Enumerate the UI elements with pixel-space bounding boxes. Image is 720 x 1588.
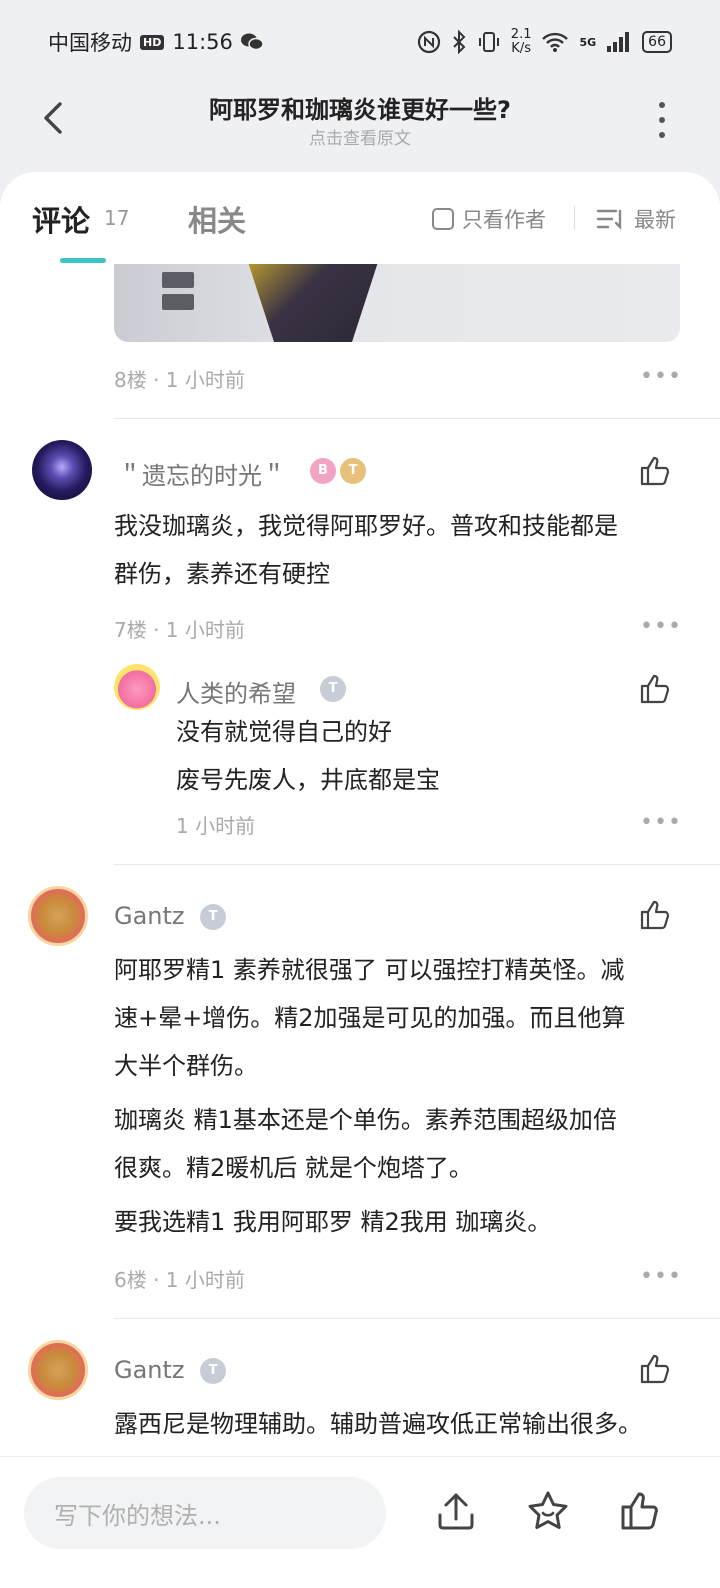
title-badge: T (340, 458, 366, 484)
level-badge: T (200, 904, 226, 930)
net-speed: 2.1 K/s (511, 28, 532, 56)
sort-button[interactable]: 最新 (596, 204, 676, 234)
floor6-meta: 6楼 · 1 小时前 (114, 1268, 245, 1292)
reply-username[interactable]: 人类的希望 (176, 674, 296, 709)
reply-meta: 1 小时前 (176, 814, 256, 838)
floor6-more-icon[interactable]: ••• (640, 1264, 682, 1289)
floor6-line3: 大半个群伤。 (114, 1052, 258, 1080)
floor6-line6: 要我选精1 我用阿耶罗 精2我用 珈璃炎。 (114, 1208, 552, 1236)
view-original-link[interactable]: 点击查看原文 (110, 124, 610, 149)
floor6-username[interactable]: Gantz (114, 902, 185, 930)
clock: 11:56 (172, 30, 233, 54)
bluetooth-icon (453, 30, 466, 54)
character-figure (248, 262, 378, 342)
floor8-more-icon[interactable]: ••• (640, 364, 682, 389)
like-icon[interactable] (638, 454, 672, 488)
comments-sheet: 8楼 · 1 小时前 ••• ＂遗忘的时光＂ B T 我没珈璃炎，我觉得阿耶罗好… (0, 172, 720, 1588)
wifi-icon (542, 32, 569, 52)
more-options-icon[interactable] (656, 102, 668, 138)
floor6-line4: 珈璃炎 精1基本还是个单伤。素养范围超级加倍 (114, 1106, 617, 1134)
reply-like-icon[interactable] (638, 672, 672, 706)
floor6-line2: 速+晕+增伤。精2加强是可见的加强。而且他算 (114, 1004, 626, 1032)
floor5-line1: 露西尼是物理辅助。辅助普遍攻低正常输出很多。 (114, 1410, 642, 1438)
active-tab-indicator (60, 258, 106, 263)
favorite-star-icon[interactable] (526, 1489, 570, 1533)
sort-label: 最新 (634, 208, 676, 232)
floor5-username[interactable]: Gantz (114, 1356, 185, 1384)
tab-comments[interactable]: 评论 (32, 198, 90, 240)
reply-line2: 废号先废人，井底都是宝 (176, 766, 440, 794)
post-title: 阿耶罗和珈璃炎谁更好一些? (209, 96, 511, 124)
reply-more-icon[interactable]: ••• (640, 810, 682, 835)
comment-input[interactable]: 写下你的想法... (24, 1477, 386, 1549)
top-bar: 阿耶罗和珈璃炎谁更好一些? 点击查看原文 (0, 84, 720, 176)
divider (574, 206, 575, 230)
level-badge: B (310, 458, 336, 484)
wechat-icon (240, 33, 263, 51)
floor8-meta: 8楼 · 1 小时前 (114, 368, 245, 392)
checkbox-icon[interactable] (432, 208, 454, 230)
avatar[interactable] (28, 1340, 88, 1400)
author-only-toggle[interactable]: 只看作者 (432, 204, 546, 234)
status-right: 2.1 K/s 5G 66 (417, 28, 672, 56)
tab-related[interactable]: 相关 (188, 198, 246, 240)
like-icon[interactable] (638, 898, 672, 932)
reply-line1: 没有就觉得自己的好 (176, 718, 392, 746)
reply-avatar[interactable] (114, 664, 160, 710)
status-left: 中国移动 HD 11:56 (48, 27, 263, 57)
comment-image[interactable] (114, 262, 680, 342)
vibrate-icon (478, 32, 499, 52)
image-grid-icon (162, 272, 194, 288)
net-speed-value: 2.1 (510, 27, 532, 42)
divider (114, 864, 720, 865)
tab-bar: 评论 17 相关 只看作者 最新 (0, 172, 720, 264)
author-only-label: 只看作者 (462, 208, 546, 232)
floor6-line1: 阿耶罗精1 素养就很强了 可以强控打精英怪。减 (114, 956, 625, 984)
like-icon[interactable] (638, 1352, 672, 1386)
bottom-bar: 写下你的想法... (0, 1456, 720, 1588)
like-post-icon[interactable] (618, 1489, 662, 1533)
floor7-username[interactable]: ＂遗忘的时光＂ (118, 456, 286, 491)
carrier-name: 中国移动 (48, 31, 132, 55)
floor6-line5: 很爽。精2暖机后 就是个炮塔了。 (114, 1154, 473, 1182)
hd-badge: HD (140, 34, 165, 50)
floor7-more-icon[interactable]: ••• (640, 614, 682, 639)
back-arrow-icon[interactable] (36, 96, 70, 140)
battery-indicator: 66 (642, 31, 672, 53)
share-icon[interactable] (434, 1489, 478, 1533)
level-badge: T (200, 1358, 226, 1384)
avatar[interactable] (32, 440, 92, 500)
floor7-meta: 7楼 · 1 小时前 (114, 618, 245, 642)
avatar[interactable] (28, 886, 88, 946)
comment-list: 8楼 · 1 小时前 ••• ＂遗忘的时光＂ B T 我没珈璃炎，我觉得阿耶罗好… (0, 172, 720, 1588)
status-bar: 中国移动 HD 11:56 2.1 K/s 5G 66 (0, 0, 720, 84)
net-speed-unit: K/s (511, 41, 531, 56)
sort-icon (596, 209, 622, 230)
divider (114, 418, 720, 419)
signal-icon (607, 32, 630, 52)
network-type: 5G (579, 35, 597, 49)
floor7-line2: 群伤，素养还有硬控 (114, 560, 330, 588)
floor7-line1: 我没珈璃炎，我觉得阿耶罗好。普攻和技能都是 (114, 512, 618, 540)
divider (114, 1318, 720, 1319)
nfc-icon (417, 30, 440, 54)
zoom-icon (162, 294, 194, 310)
reply-level-badge: T (320, 676, 346, 702)
comment-count: 17 (104, 206, 130, 230)
